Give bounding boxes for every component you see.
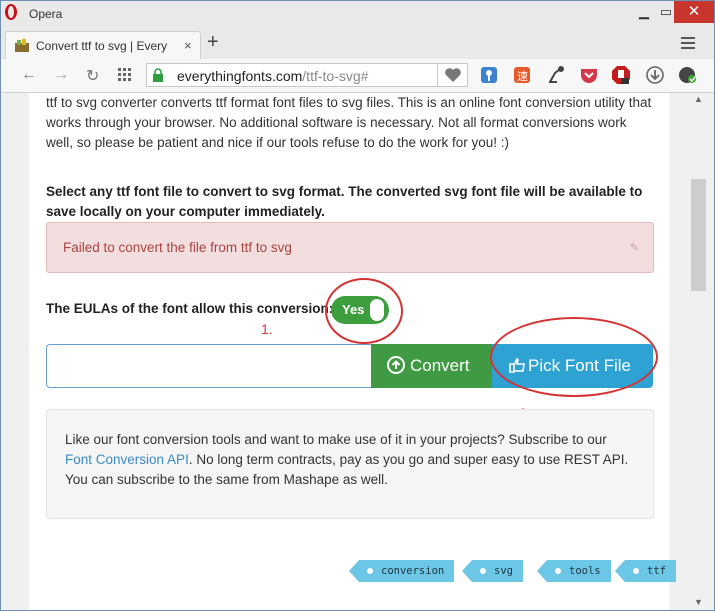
app-title: Opera — [29, 7, 63, 21]
tag-tools[interactable]: tools — [537, 560, 611, 582]
tag-conversion[interactable]: conversion — [348, 560, 455, 582]
speed-dial-icon[interactable] — [118, 68, 132, 82]
download-icon[interactable] — [645, 65, 665, 85]
font-conversion-api-link[interactable]: Font Conversion API — [65, 452, 189, 467]
forward-icon[interactable]: → — [53, 66, 69, 84]
api-promo-text: Like our font conversion tools and want … — [65, 432, 629, 487]
extension-pin-icon[interactable] — [479, 65, 499, 85]
navigation-bar: ← → ↻ everythingfonts.com/ttf-to-svg# 速 — [1, 59, 714, 93]
address-bar[interactable]: everythingfonts.com/ttf-to-svg# — [146, 63, 468, 87]
adblock-icon[interactable] — [611, 65, 631, 85]
page-viewport: ttf to svg converter converts ttf format… — [1, 93, 714, 610]
scroll-down-icon[interactable]: ▼ — [694, 597, 703, 607]
error-alert: Failed to convert the file from ttf to s… — [46, 222, 654, 273]
page-content: ttf to svg converter converts ttf format… — [29, 93, 676, 610]
tab-close-icon[interactable]: × — [184, 38, 192, 53]
url-text: everythingfonts.com/ttf-to-svg# — [177, 68, 369, 84]
edit-pencil-icon: ✎ — [629, 242, 639, 254]
error-message: Failed to convert the file from ttf to s… — [63, 240, 292, 255]
intro-paragraph: ttf to svg converter converts ttf format… — [46, 95, 652, 150]
instructions-text: Select any ttf font file to convert to s… — [46, 184, 643, 219]
extension-translate-icon[interactable]: 速 — [512, 65, 532, 85]
back-icon[interactable]: ← — [21, 66, 37, 84]
tab-menu-icon[interactable] — [681, 37, 695, 49]
close-window-button[interactable]: ✕ — [674, 1, 714, 23]
scroll-thumb[interactable] — [691, 179, 706, 291]
annotation-circle-2 — [490, 317, 658, 397]
upload-icon — [387, 356, 405, 374]
convert-button[interactable]: Convert — [371, 344, 492, 388]
pocket-icon[interactable] — [579, 65, 599, 85]
tab-active[interactable]: Convert ttf to svg | Every × — [5, 31, 201, 59]
scroll-up-icon[interactable]: ▲ — [694, 94, 703, 104]
annotation-circle-1 — [325, 278, 403, 344]
new-tab-button[interactable]: + — [207, 32, 219, 52]
tag-ttf[interactable]: ttf — [615, 560, 676, 582]
heart-bookmark-icon[interactable] — [444, 67, 462, 83]
svg-text:速: 速 — [517, 70, 528, 83]
eula-label: The EULAs of the font allow this convers… — [46, 301, 334, 316]
api-promo-box: Like our font conversion tools and want … — [46, 409, 654, 519]
reload-icon[interactable]: ↻ — [86, 66, 99, 86]
sync-icon[interactable] — [677, 65, 697, 85]
tag-svg[interactable]: svg — [462, 560, 523, 582]
opera-logo-icon[interactable] — [5, 3, 21, 21]
tab-title: Convert ttf to svg | Every — [36, 39, 168, 53]
convert-label: Convert — [410, 356, 470, 375]
vertical-scrollbar[interactable]: ▲ ▼ — [690, 93, 707, 609]
annotation-label-1: 1. — [261, 321, 273, 337]
site-favicon-icon — [15, 39, 29, 52]
browser-window: Opera ▁ ▭ ✕ Convert ttf to svg | Every ×… — [0, 0, 715, 611]
lock-icon — [153, 68, 163, 82]
title-bar: Opera ▁ ▭ ✕ — [1, 1, 714, 27]
url-separator — [437, 64, 438, 86]
file-name-input[interactable] — [46, 344, 372, 388]
extension-lamp-icon[interactable] — [546, 65, 566, 85]
